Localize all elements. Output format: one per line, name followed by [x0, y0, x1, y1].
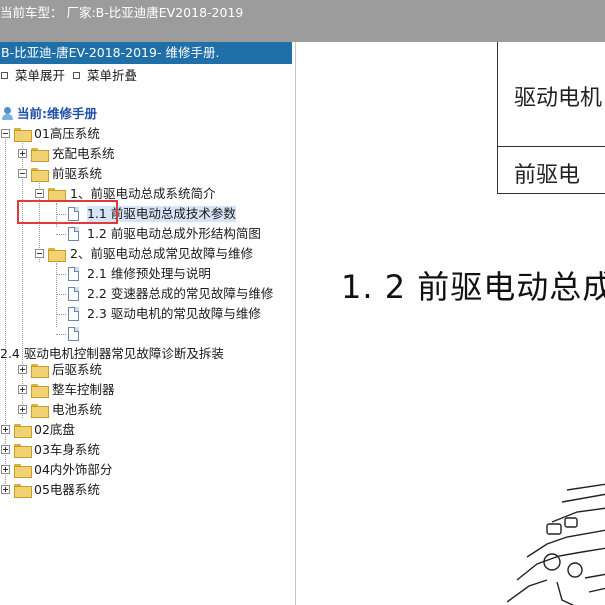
window-title: 当前车型： 厂家:B-比亚迪唐EV2018-2019 — [0, 5, 244, 20]
folder-icon — [14, 484, 32, 498]
tree-item-label: 后驱系统 — [52, 362, 103, 377]
folder-open-icon — [14, 128, 32, 142]
document-view[interactable]: 驱动电机 前驱电 1. 2 前驱电动总成 — [297, 42, 605, 605]
tree-item-label: 1.2 前驱电动总成外形结构简图 — [87, 226, 261, 241]
page-icon — [68, 227, 79, 241]
folder-icon — [14, 424, 32, 438]
tree-item-label: 05电器系统 — [34, 482, 100, 497]
tree-item-label: 03车身系统 — [34, 442, 100, 457]
table-cell: 驱动电机 — [514, 86, 603, 111]
page-icon — [68, 287, 79, 301]
window-titlebar: 当前车型： 厂家:B-比亚迪唐EV2018-2019 — [0, 0, 605, 42]
folder-icon — [31, 404, 49, 418]
page-icon — [68, 307, 79, 321]
expand-icon[interactable] — [18, 365, 27, 374]
expand-icon[interactable] — [1, 425, 10, 434]
tree-item-label: 2、前驱电动总成常见故障与维修 — [70, 246, 253, 261]
highlight-box — [17, 200, 118, 224]
expand-icon[interactable] — [1, 465, 10, 474]
navigation-pane: B-比亚迪-唐EV-2018-2019- 维修手册. 菜单展开 菜单折叠 当前:… — [0, 42, 296, 605]
tree-item-label: 电池系统 — [52, 402, 103, 417]
table-row: 前驱电 — [498, 147, 605, 194]
page-icon — [68, 267, 79, 281]
tree-item-label: 2.2 变速器总成的常见故障与维修 — [87, 286, 274, 301]
expand-icon[interactable] — [1, 485, 10, 494]
collapse-icon[interactable] — [18, 169, 27, 178]
folder-open-icon — [31, 168, 49, 182]
expand-icon[interactable] — [18, 385, 27, 394]
tree-item-label: 2.4 驱动电机控制器常见故障诊断及拆装 — [0, 346, 224, 361]
folder-icon — [31, 384, 49, 398]
table-row: 驱动电机 — [498, 42, 605, 147]
user-icon — [1, 107, 14, 121]
tree-item-label: 2.3 驱动电机的常见故障与维修 — [87, 306, 261, 321]
tree-item-label: 充配电系统 — [52, 146, 115, 161]
tree-item-label: 01高压系统 — [34, 126, 100, 141]
tree-item-label: 2.1 维修预处理与说明 — [87, 266, 211, 281]
tree-item-label: 前驱系统 — [52, 166, 103, 181]
folder-open-icon — [48, 248, 66, 262]
collapse-icon[interactable] — [35, 249, 44, 258]
expand-icon[interactable] — [18, 405, 27, 414]
motor-diagram-drawing — [507, 483, 605, 605]
folder-open-icon — [48, 188, 66, 202]
folder-icon — [14, 444, 32, 458]
page-icon — [68, 327, 79, 341]
tree-item-label: 整车控制器 — [52, 382, 115, 397]
expand-icon[interactable] — [1, 445, 10, 454]
folder-icon — [14, 464, 32, 478]
spec-table: 驱动电机 前驱电 — [497, 42, 605, 194]
expand-icon[interactable] — [18, 149, 27, 158]
manual-tree: 当前:维修手册 01高压系统 充配电系统 前驱系统 1、前驱电动总成系统简介 1… — [0, 42, 295, 605]
section-heading: 1. 2 前驱电动总成 — [341, 268, 605, 306]
folder-icon — [31, 364, 49, 378]
collapse-icon[interactable] — [1, 129, 10, 138]
folder-icon — [31, 148, 49, 162]
table-cell: 前驱电 — [514, 163, 581, 188]
collapse-icon[interactable] — [35, 189, 44, 198]
tree-item-label: 04内外饰部分 — [34, 462, 113, 477]
tree-root-label: 当前:维修手册 — [17, 106, 97, 121]
tree-item-label: 02底盘 — [34, 422, 75, 437]
